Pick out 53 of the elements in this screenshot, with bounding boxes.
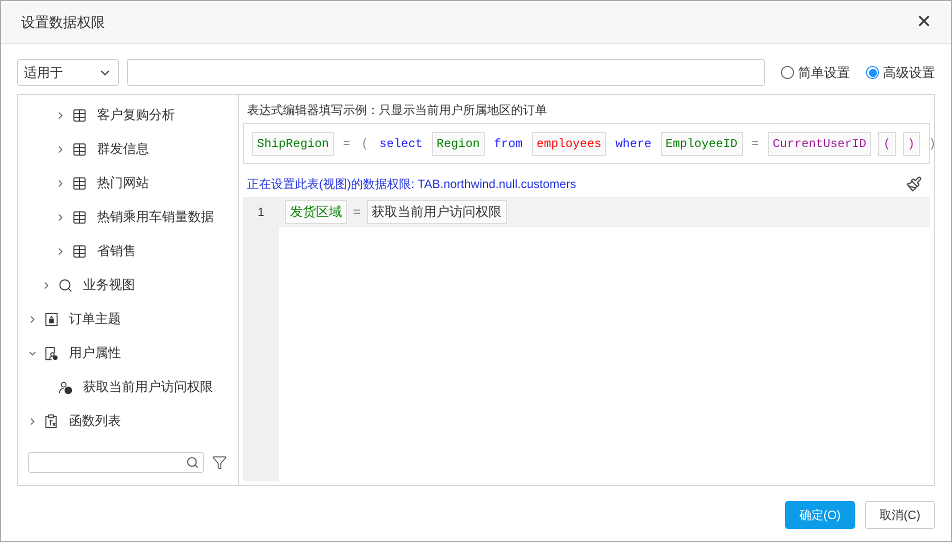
expression-token: 发货区域 [285,200,347,224]
expression-token: where [614,136,652,152]
expression-token: ShipRegion [252,132,334,156]
magnifier-icon [58,278,73,292]
tree-item[interactable]: 省销售 [18,234,238,268]
user-lock-icon [58,380,73,394]
status-text: 正在设置此表(视图)的数据权限: TAB.northwind.null.customers [247,176,576,193]
radio-circle[interactable] [866,66,879,79]
expression-token: = [342,136,352,152]
expression-token: from [492,136,524,152]
code-editor[interactable]: 1 发货区域 = 获取当前用户访问权限 [243,197,930,481]
expression-token: ( [878,132,896,156]
mode-radio-option[interactable]: 高级设置 [866,62,935,82]
scope-dropdown[interactable]: 适用于 [17,59,119,86]
expression-token: select [378,136,424,152]
tree-item[interactable]: 群发信息 [18,132,238,166]
tree-item[interactable]: 热门网站 [18,166,238,200]
filter-icon[interactable] [212,455,227,470]
table-icon [72,142,87,156]
tree-item[interactable]: 用户属性 [18,336,238,370]
tree-item[interactable]: 订单主题 [18,302,238,336]
mode-radio-option[interactable]: 简单设置 [781,62,850,82]
expression-token: Region [432,132,485,156]
expression-input-field[interactable] [127,59,765,86]
expression-token: EmployeeID [660,132,743,156]
expression-token: employees [532,132,606,156]
tree-item[interactable]: 业务视图 [18,268,238,302]
function-icon [44,414,59,428]
tree-item[interactable]: 获取当前用户访问权限 [18,370,238,404]
expression-token: ) [902,132,920,156]
line-number: 1 [256,204,266,221]
tree-search-field[interactable] [28,452,204,473]
example-caption: 表达式编辑器填写示例：只显示当前用户所属地区的订单 [246,102,548,119]
expression-token: ( [360,136,370,152]
tree-item[interactable]: 热销乘用车销量数据 [18,200,238,234]
table-icon [72,108,87,122]
subject-icon [44,312,59,326]
user-document-icon [44,346,59,360]
close-button[interactable]: × [916,10,931,34]
tree-item[interactable]: 客户复购分析 [18,98,238,132]
table-icon [72,244,87,258]
expression-token: 获取当前用户访问权限 [366,200,507,224]
brush-icon[interactable] [906,176,922,192]
expression-token: CurrentUserID [768,132,872,156]
search-icon [186,456,199,469]
expression-token: = [352,203,362,221]
expression-token: ) [928,136,937,152]
tree-item[interactable]: 函数列表 [18,404,238,438]
cancel-button[interactable]: 取消(C) [865,501,935,529]
window-title: 设置数据权限 [21,12,105,32]
table-icon [72,210,87,224]
table-icon [72,176,87,190]
expression-token: = [750,136,760,152]
